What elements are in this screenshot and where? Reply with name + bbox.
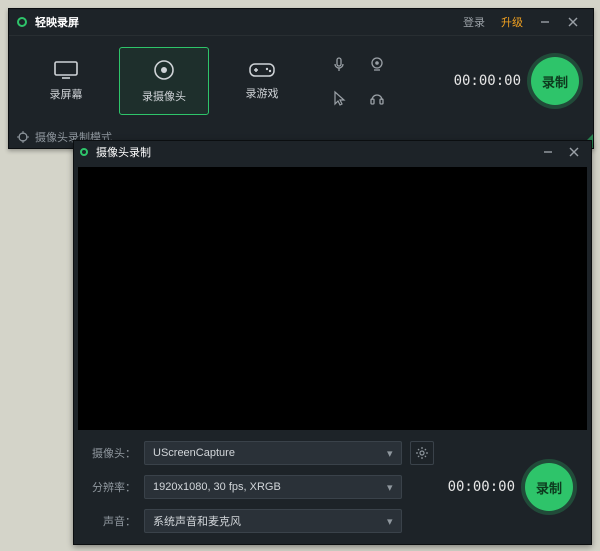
resolution-select[interactable]: 1920x1080, 30 fps, XRGB ▾ [144, 475, 402, 499]
chevron-down-icon: ▾ [387, 447, 393, 460]
camera-lens-icon [152, 58, 176, 82]
audio-select[interactable]: 系统声音和麦克风 ▾ [144, 509, 402, 533]
cursor-tool[interactable] [325, 84, 353, 112]
upgrade-link[interactable]: 升级 [495, 14, 529, 30]
sub-title: 摄像头录制 [96, 144, 151, 160]
main-record-button[interactable]: 录制 [531, 57, 579, 105]
gear-icon [416, 447, 428, 459]
headphone-icon [369, 90, 385, 106]
audio-label: 声音： [88, 513, 136, 529]
sub-minimize-button[interactable] [537, 141, 559, 163]
camera-select-value: UScreenCapture [153, 447, 235, 459]
main-record-button-label: 录制 [542, 72, 568, 91]
main-window: 轻映录屏 登录 升级 录屏幕 录摄像头 [8, 8, 594, 149]
headphone-tool[interactable] [363, 84, 391, 112]
webcam-icon [369, 56, 385, 72]
mode-toolbar: 录屏幕 录摄像头 录游戏 [9, 36, 593, 126]
close-button[interactable] [561, 10, 585, 34]
sub-timer: 00:00:00 [448, 479, 515, 495]
close-icon [568, 17, 578, 27]
login-link[interactable]: 登录 [457, 14, 491, 30]
settings-fields: 摄像头： UScreenCapture ▾ 分辨率： 1920x1080, 30… [88, 440, 434, 534]
minimize-icon [540, 17, 550, 27]
mode-record-game-label: 录游戏 [246, 85, 279, 101]
main-timer-area: 00:00:00 录制 [454, 57, 585, 105]
target-icon [17, 131, 29, 143]
webcam-tool[interactable] [363, 50, 391, 78]
sub-record-area: 00:00:00 录制 [448, 440, 577, 534]
mode-record-game[interactable]: 录游戏 [217, 47, 307, 115]
app-logo-icon [17, 17, 27, 27]
camera-settings-button[interactable] [410, 441, 434, 465]
minimize-button[interactable] [533, 10, 557, 34]
main-timer: 00:00:00 [454, 73, 521, 89]
mode-record-camera[interactable]: 录摄像头 [119, 47, 209, 115]
camera-select[interactable]: UScreenCapture ▾ [144, 441, 402, 465]
main-titlebar: 轻映录屏 登录 升级 [9, 9, 593, 36]
mode-record-screen-label: 录屏幕 [50, 86, 83, 102]
mode-record-camera-label: 录摄像头 [142, 88, 186, 104]
sub-close-button[interactable] [563, 141, 585, 163]
gamepad-icon [248, 61, 276, 79]
microphone-icon [331, 56, 347, 72]
sub-logo-icon [80, 148, 88, 156]
camera-label: 摄像头： [88, 445, 136, 461]
monitor-icon [53, 60, 79, 80]
app-title: 轻映录屏 [35, 14, 79, 30]
resolution-select-value: 1920x1080, 30 fps, XRGB [153, 481, 281, 493]
camera-preview [78, 167, 587, 430]
mode-record-screen[interactable]: 录屏幕 [21, 47, 111, 115]
minimize-icon [543, 147, 553, 157]
quick-tools-grid [325, 50, 391, 112]
sub-titlebar: 摄像头录制 [74, 141, 591, 163]
camera-record-window: 摄像头录制 摄像头： UScreenCapture ▾ 分辨率： 1920x10… [73, 140, 592, 545]
close-icon [569, 147, 579, 157]
chevron-down-icon: ▾ [387, 481, 393, 494]
sub-record-button[interactable]: 录制 [525, 463, 573, 511]
chevron-down-icon: ▾ [387, 515, 393, 528]
sub-record-button-label: 录制 [536, 478, 562, 497]
cursor-icon [331, 90, 347, 106]
mic-tool[interactable] [325, 50, 353, 78]
audio-select-value: 系统声音和麦克风 [153, 513, 241, 529]
resolution-label: 分辨率： [88, 479, 136, 495]
sub-controls: 摄像头： UScreenCapture ▾ 分辨率： 1920x1080, 30… [74, 430, 591, 544]
